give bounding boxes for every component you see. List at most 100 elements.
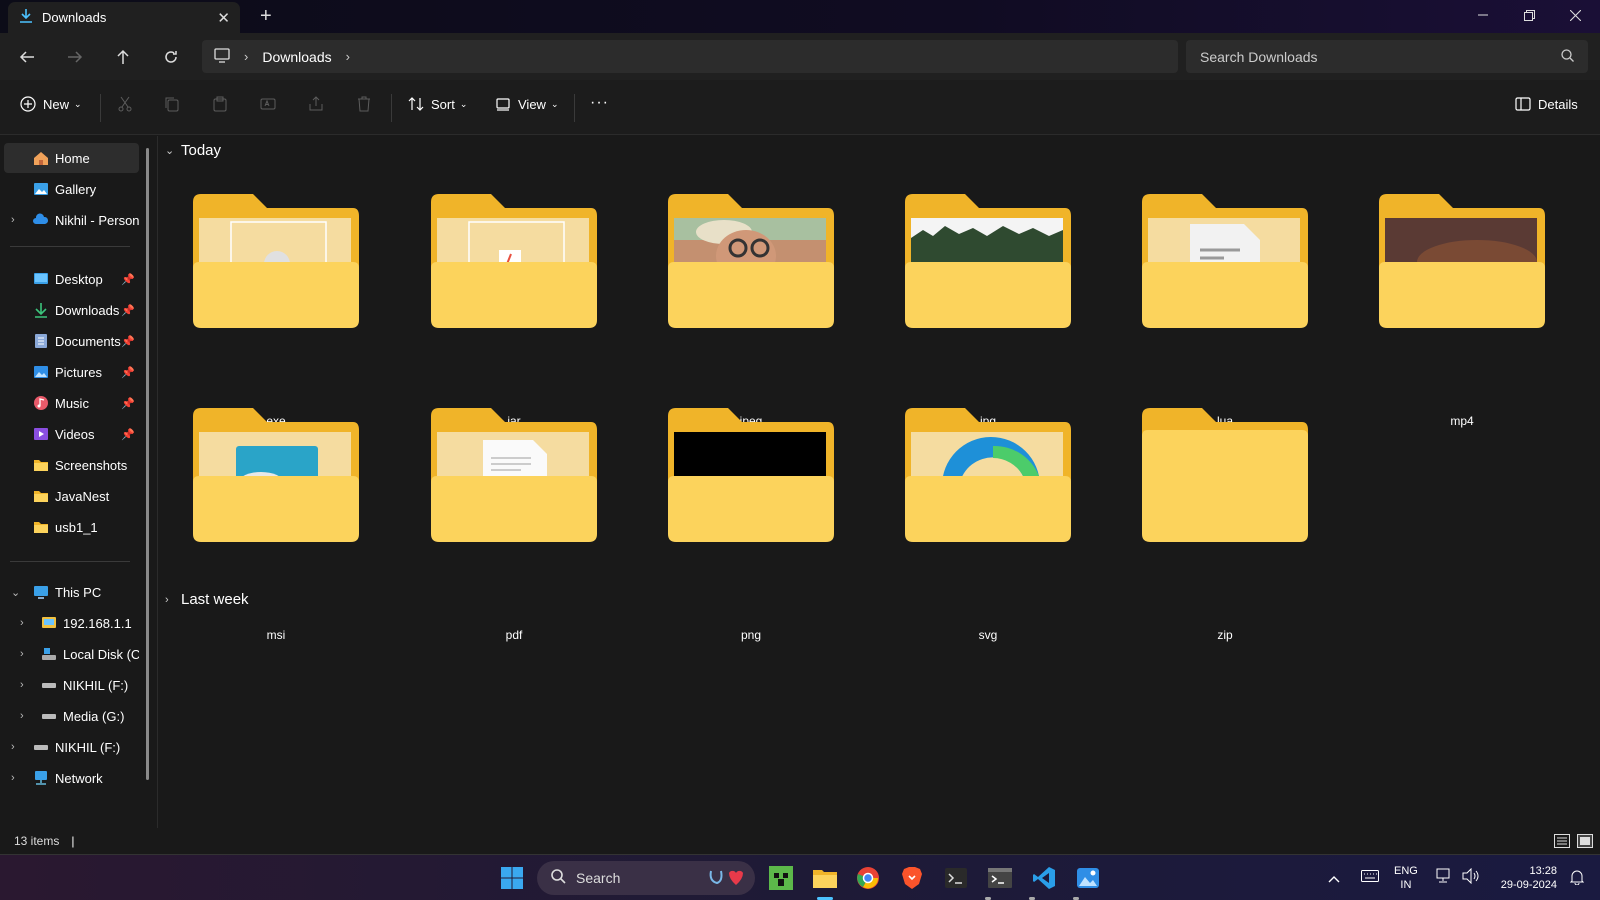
minimize-button[interactable]	[1460, 0, 1506, 30]
sidebar-item-downloads[interactable]: Downloads 📌	[4, 295, 139, 325]
new-tab-button[interactable]: +	[260, 5, 272, 28]
folder-png[interactable]: png	[666, 406, 836, 642]
chevron-right-icon[interactable]: ›	[20, 617, 24, 629]
sidebar-item-javanest[interactable]: JavaNest	[4, 481, 139, 511]
sort-button[interactable]: Sort ⌄	[408, 96, 467, 112]
sidebar-item-documents[interactable]: Documents 📌	[4, 326, 139, 356]
vscode-app-icon[interactable]	[1029, 863, 1059, 893]
folder-msi[interactable]: msi	[191, 406, 361, 642]
restore-button[interactable]	[1506, 0, 1552, 30]
chrome-app-icon[interactable]	[853, 863, 883, 893]
folder-exe[interactable]: exe	[191, 192, 361, 428]
sidebar-item-nikhil-drive-root[interactable]: › NIKHIL (F:)	[4, 732, 139, 762]
more-options-button[interactable]: ···	[590, 94, 609, 112]
pin-icon[interactable]: 📌	[121, 397, 135, 410]
chevron-right-icon[interactable]: ›	[20, 648, 24, 660]
delete-button[interactable]	[356, 96, 379, 112]
chevron-right-icon[interactable]: ›	[20, 679, 24, 691]
chevron-right-icon[interactable]: ›	[11, 772, 15, 784]
folder-lua[interactable]: lua	[1140, 192, 1310, 428]
group-header-last-week[interactable]: › Last week	[165, 591, 249, 608]
chevron-up-icon[interactable]	[1328, 870, 1340, 888]
details-button[interactable]: Details	[1515, 96, 1578, 112]
taskbar-search[interactable]: Search	[537, 861, 755, 895]
divider	[10, 561, 130, 562]
forward-button[interactable]	[63, 45, 87, 69]
status-separator: |	[71, 834, 75, 848]
pin-icon[interactable]: 📌	[121, 366, 135, 379]
folder-jpeg[interactable]: jpeg	[666, 192, 836, 428]
clock[interactable]: 13:28 29-09-2024	[1493, 864, 1557, 892]
navigation-pane: Home Gallery › Nikhil - Persona Desktop …	[0, 136, 158, 828]
sidebar-item-screenshots[interactable]: Screenshots	[4, 450, 139, 480]
up-button[interactable]	[111, 45, 135, 69]
paste-button[interactable]	[212, 96, 235, 112]
chevron-right-icon[interactable]: ›	[20, 710, 24, 722]
close-tab-button[interactable]: ✕	[217, 9, 230, 27]
brave-app-icon[interactable]	[897, 863, 927, 893]
cut-button[interactable]	[117, 96, 140, 112]
keyboard-icon[interactable]	[1361, 869, 1379, 887]
taskbar-search-label: Search	[576, 870, 621, 886]
search-input[interactable]: Search Downloads	[1186, 40, 1588, 73]
volume-icon[interactable]	[1462, 867, 1480, 889]
sidebar-item-media-drive[interactable]: › Media (G:)	[4, 701, 139, 731]
sidebar-item-videos[interactable]: Videos 📌	[4, 419, 139, 449]
folder-mp4[interactable]: mp4	[1377, 192, 1547, 428]
terminal-app-icon[interactable]	[941, 863, 971, 893]
sidebar-item-music[interactable]: Music 📌	[4, 388, 139, 418]
folder-svg[interactable]: svg	[903, 406, 1073, 642]
pin-icon[interactable]: 📌	[121, 335, 135, 348]
minecraft-app-icon[interactable]	[766, 863, 796, 893]
language-indicator[interactable]: ENG IN	[1394, 864, 1418, 892]
this-pc-icon	[33, 584, 49, 600]
folder-jar[interactable]: jar	[429, 192, 599, 428]
sidebar-item-onedrive[interactable]: › Nikhil - Persona	[4, 205, 139, 235]
chevron-right-icon[interactable]: ›	[11, 214, 15, 226]
view-icon	[496, 98, 510, 111]
rename-button[interactable]	[260, 96, 283, 112]
start-button[interactable]	[497, 863, 527, 893]
back-button[interactable]	[15, 45, 39, 69]
photos-app-icon[interactable]	[1073, 863, 1103, 893]
breadcrumb[interactable]: › Downloads ›	[202, 40, 1178, 73]
sidebar-item-home[interactable]: Home	[4, 143, 139, 173]
folder-pdf[interactable]: pdf	[429, 406, 599, 642]
close-window-button[interactable]	[1552, 0, 1598, 30]
new-button[interactable]: New ⌄	[20, 96, 82, 112]
list-view-icon[interactable]	[1554, 834, 1570, 851]
folder-zip[interactable]: zip	[1140, 406, 1310, 642]
sidebar-item-nikhil-drive[interactable]: › NIKHIL (F:)	[4, 670, 139, 700]
sidebar-item-network-drive[interactable]: › 192.168.1.1	[4, 608, 139, 638]
sidebar-item-desktop[interactable]: Desktop 📌	[4, 264, 139, 294]
sidebar-item-label: Network	[55, 770, 103, 786]
pin-icon[interactable]: 📌	[121, 273, 135, 286]
cmd-app-icon[interactable]	[985, 863, 1015, 893]
group-header-today[interactable]: ⌄ Today	[165, 142, 221, 159]
file-explorer-app-icon[interactable]	[810, 863, 840, 893]
folder-jpg[interactable]: jpg	[903, 192, 1073, 428]
sidebar-item-usb1-1[interactable]: usb1_1	[4, 512, 139, 542]
sidebar-item-pictures[interactable]: Pictures 📌	[4, 357, 139, 387]
downloads-icon	[19, 8, 33, 28]
share-button[interactable]	[308, 96, 331, 112]
sidebar-scrollbar[interactable]	[146, 148, 149, 780]
sidebar-item-this-pc[interactable]: ⌄ This PC	[4, 577, 139, 607]
chevron-right-icon[interactable]: ›	[346, 49, 350, 64]
pin-icon[interactable]: 📌	[121, 304, 135, 317]
chevron-right-icon[interactable]: ›	[11, 741, 15, 753]
copy-button[interactable]	[164, 96, 187, 112]
sidebar-item-gallery[interactable]: Gallery	[4, 174, 139, 204]
notification-bell-icon[interactable]	[1569, 869, 1585, 890]
sidebar-item-local-disk[interactable]: › Local Disk (C:)	[4, 639, 139, 669]
refresh-button[interactable]	[159, 45, 183, 69]
tiles-view-icon[interactable]	[1577, 834, 1593, 851]
tab-downloads[interactable]: Downloads ✕	[8, 2, 240, 33]
network-status-icon[interactable]	[1436, 868, 1454, 889]
pin-icon[interactable]: 📌	[121, 428, 135, 441]
view-button[interactable]: View ⌄	[495, 96, 559, 112]
chevron-down-icon[interactable]: ⌄	[11, 586, 20, 599]
sidebar-item-network[interactable]: › Network	[4, 763, 139, 793]
tab-title: Downloads	[42, 10, 107, 25]
breadcrumb-downloads[interactable]: Downloads	[262, 49, 331, 65]
